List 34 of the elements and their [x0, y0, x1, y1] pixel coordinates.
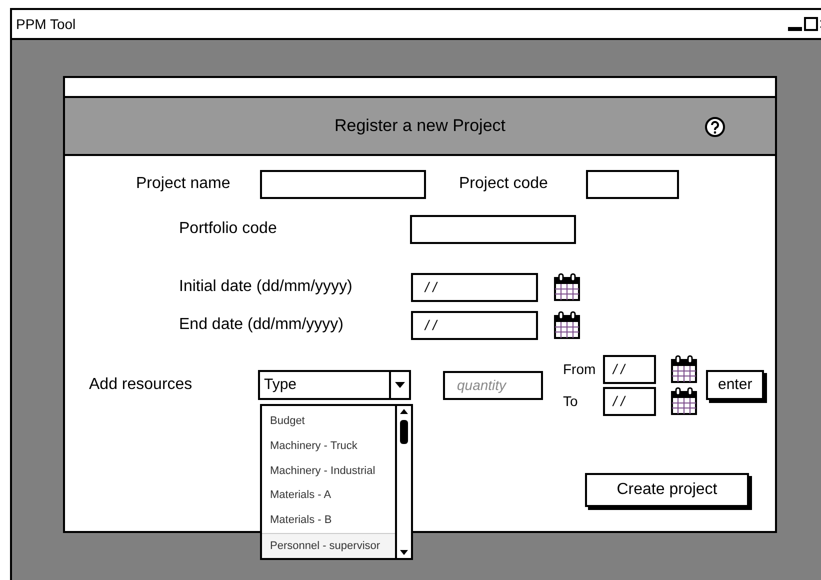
- field-label: To: [563, 392, 579, 410]
- date-field[interactable]: / /: [603, 354, 656, 384]
- input-field[interactable]: [410, 214, 576, 244]
- dropdown-option[interactable]: Materials - A: [262, 483, 395, 508]
- date-field[interactable]: / /: [411, 310, 538, 340]
- date-field[interactable]: / /: [603, 386, 656, 416]
- field-label: Project code: [459, 174, 549, 194]
- dropdown-option[interactable]: Budget: [262, 409, 395, 434]
- create-project-button[interactable]: Create project: [585, 473, 749, 507]
- dropdown-option[interactable]: Machinery - Industrial: [262, 458, 395, 484]
- field-label: From: [563, 360, 597, 378]
- field-label: Add resources: [89, 375, 194, 395]
- window-title: PPM Tool: [16, 14, 76, 34]
- caret-icon: [395, 382, 405, 388]
- calendar-icon[interactable]: [670, 386, 698, 416]
- dropdown-option[interactable]: Materials - B: [262, 508, 395, 534]
- calendar-icon[interactable]: [553, 272, 581, 302]
- field-label: Project name: [136, 174, 232, 194]
- date-field[interactable]: / /: [411, 272, 538, 302]
- help-icon[interactable]: [705, 117, 725, 137]
- field-label: Initial date (dd/mm/yyyy): [179, 277, 354, 297]
- calendar-icon[interactable]: [670, 354, 698, 384]
- form-title: Register a new Project: [334, 115, 506, 138]
- scrollbar-drawing[interactable]: [395, 406, 411, 558]
- input-field[interactable]: [260, 170, 426, 198]
- calendar-icon[interactable]: [553, 310, 581, 340]
- quantity-field[interactable]: quantity: [443, 370, 543, 400]
- maximize-icon[interactable]: [804, 17, 818, 31]
- dropdown-option[interactable]: Personnel - supervisor: [262, 533, 395, 558]
- enter-button[interactable]: enter: [706, 370, 764, 400]
- dropdown-option[interactable]: Machinery - Truck: [262, 434, 395, 459]
- input-field[interactable]: [586, 170, 679, 198]
- field-label: Portfolio code: [179, 219, 278, 239]
- field-label: End date (dd/mm/yyyy): [179, 315, 344, 335]
